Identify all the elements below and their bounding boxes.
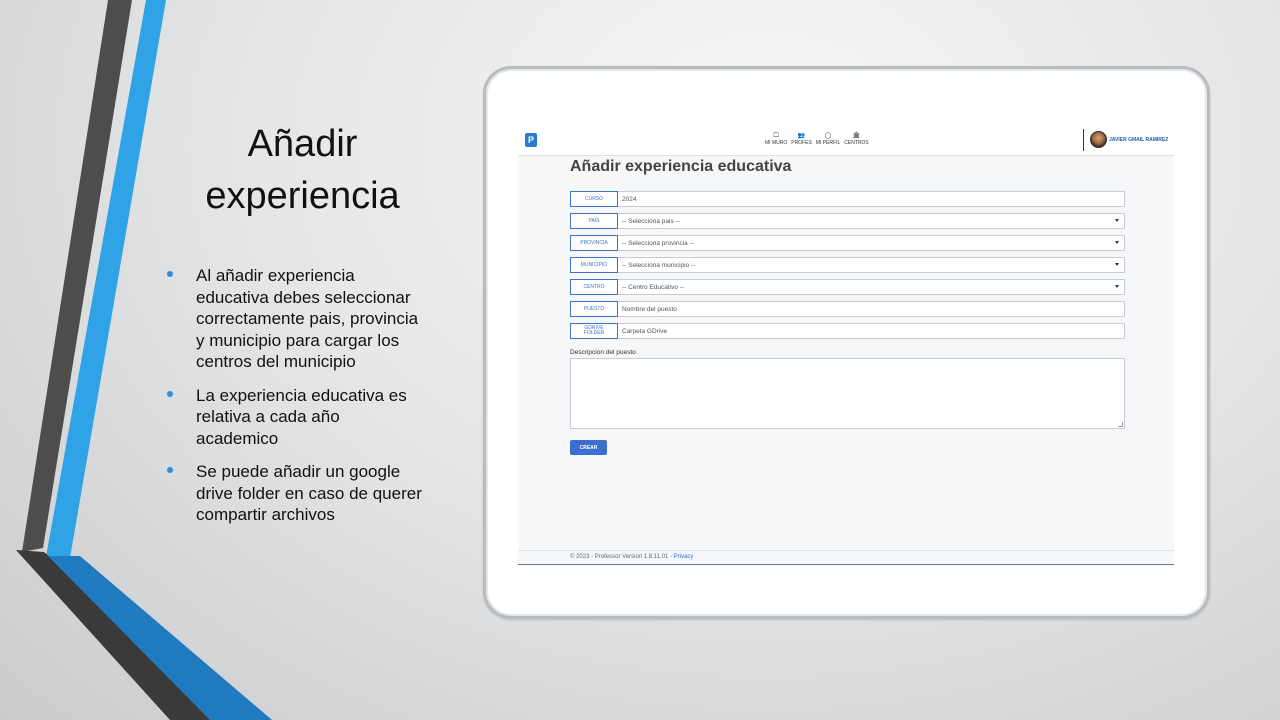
bullet-item: La experiencia educativa es relativa a c… xyxy=(165,385,450,450)
slide-title-line-1: Añadir xyxy=(247,123,358,165)
bullet-line: correctamente pais, provincia xyxy=(196,309,419,328)
profile-icon: ◯ xyxy=(824,133,832,139)
select-value: -- Centro Educativo -- xyxy=(622,283,685,291)
bullet-line: compartir archivos xyxy=(196,505,335,524)
field-label: PAIS xyxy=(570,213,618,229)
provincia-select[interactable]: -- Selecciona provincia -- xyxy=(618,235,1125,251)
app-navbar: P 🖵 MI MURO 👥 PROFES ◯ MI PERFIL 🏛 CENTR… xyxy=(518,126,1174,156)
centro-select[interactable]: -- Centro Educativo -- xyxy=(618,279,1125,295)
bullet-line: y municipio para cargar los xyxy=(196,330,400,350)
bullet-dot-icon xyxy=(167,271,173,277)
chevron-down-icon xyxy=(1115,263,1119,266)
chevron-down-icon xyxy=(1115,285,1119,288)
nav-menu: 🖵 MI MURO 👥 PROFES ◯ MI PERFIL 🏛 CENTROS xyxy=(765,132,869,147)
bullet-dot-icon xyxy=(167,467,173,473)
footer-divider xyxy=(518,550,1174,551)
bullet-line: academico xyxy=(196,428,279,448)
bullet-line: centros del municipio xyxy=(196,352,356,371)
nav-label: PROFES xyxy=(791,140,812,146)
bullet-dot-icon xyxy=(167,390,173,397)
footer: © 2023 - Professor Version 1.8.11.01 - P… xyxy=(570,554,693,560)
puesto-input[interactable]: Nombre del puesto xyxy=(618,301,1125,317)
field-label: GDRIVE FOLDER xyxy=(570,323,618,339)
app-screen: P 🖵 MI MURO 👥 PROFES ◯ MI PERFIL 🏛 CENTR… xyxy=(518,126,1174,565)
field-label: PUESTO xyxy=(570,301,618,317)
form-row-pais: PAIS -- Selecciona pais -- xyxy=(570,213,1125,229)
pais-select[interactable]: -- Selecciona pais -- xyxy=(618,213,1125,229)
description-label: Descripcion del puesto xyxy=(570,349,636,356)
building-icon: 🏛 xyxy=(852,133,861,139)
bullet-item: Se puede añadir un google drive folder e… xyxy=(165,461,450,526)
bullet-item: Al añadir experiencia educativa debes se… xyxy=(165,265,450,373)
form-row-curso: CURSO 2024 xyxy=(570,191,1125,207)
bullet-line: Al añadir experiencia xyxy=(196,266,355,285)
description-textarea[interactable] xyxy=(570,358,1125,429)
gdrive-folder-input[interactable]: Carpeta GDrive xyxy=(618,323,1125,339)
bullet-line: La experiencia educativa es xyxy=(196,385,407,405)
slide-title-line-2: experiencia xyxy=(205,175,400,217)
nav-item-centros[interactable]: 🏛 CENTROS xyxy=(844,132,868,147)
municipio-select[interactable]: -- Selecciona municipio -- xyxy=(618,257,1125,273)
nav-item-mi-perfil[interactable]: ◯ MI PERFIL xyxy=(816,132,840,147)
bullet-line: relativa a cada año xyxy=(196,407,340,426)
bullet-line: drive folder en caso de querer xyxy=(196,483,422,503)
page-title: Añadir experiencia educativa xyxy=(570,158,792,175)
nav-label: MI MURO xyxy=(765,140,788,146)
form-row-provincia: PROVINCIA -- Selecciona provincia -- xyxy=(570,235,1125,251)
navbar-divider xyxy=(1083,129,1084,151)
form-row-gdrive: GDRIVE FOLDER Carpeta GDrive xyxy=(570,323,1125,339)
field-label: PROVINCIA xyxy=(570,235,618,251)
select-value: -- Selecciona provincia -- xyxy=(622,239,694,247)
form-row-puesto: PUESTO Nombre del puesto xyxy=(570,301,1125,317)
bullet-line: Se puede añadir un google xyxy=(196,462,401,481)
privacy-link[interactable]: Privacy xyxy=(674,554,694,560)
bullet-line: educativa debes seleccionar xyxy=(196,287,411,307)
nav-item-profes[interactable]: 👥 PROFES xyxy=(791,132,812,147)
resize-handle-icon[interactable] xyxy=(1118,422,1123,427)
bullet-list: Al añadir experiencia educativa debes se… xyxy=(165,265,450,538)
select-value: -- Selecciona pais -- xyxy=(622,217,680,225)
field-label: CENTRO xyxy=(570,279,618,295)
monitor-icon: 🖵 xyxy=(773,133,780,139)
field-label: CURSO xyxy=(570,191,618,207)
avatar[interactable] xyxy=(1090,131,1107,148)
users-icon: 👥 xyxy=(797,133,806,139)
select-value: -- Selecciona municipio -- xyxy=(622,261,696,269)
curso-input[interactable]: 2024 xyxy=(618,191,1125,207)
chevron-down-icon xyxy=(1115,219,1119,222)
form-row-municipio: MUNICIPIO -- Selecciona municipio -- xyxy=(570,257,1125,273)
nav-item-mi-muro[interactable]: 🖵 MI MURO xyxy=(765,132,787,147)
footer-text: © 2023 - Professor Version 1.8.11.01 - xyxy=(570,554,674,560)
field-label-line: FOLDER xyxy=(583,330,605,336)
chevron-down-icon xyxy=(1115,241,1119,244)
field-label: MUNICIPIO xyxy=(570,257,618,273)
slide-title: Añadir experiencia xyxy=(170,118,435,222)
user-name[interactable]: JAVIER GMAIL RAMIREZ xyxy=(1109,137,1168,143)
app-logo[interactable]: P xyxy=(525,133,537,147)
user-menu[interactable]: JAVIER GMAIL RAMIREZ xyxy=(1090,131,1168,148)
crear-button[interactable]: CREAR xyxy=(570,440,607,455)
nav-label: CENTROS xyxy=(844,140,869,146)
logo-letter: P xyxy=(527,135,534,145)
form-row-centro: CENTRO -- Centro Educativo -- xyxy=(570,279,1125,295)
nav-label: MI PERFIL xyxy=(815,140,841,146)
